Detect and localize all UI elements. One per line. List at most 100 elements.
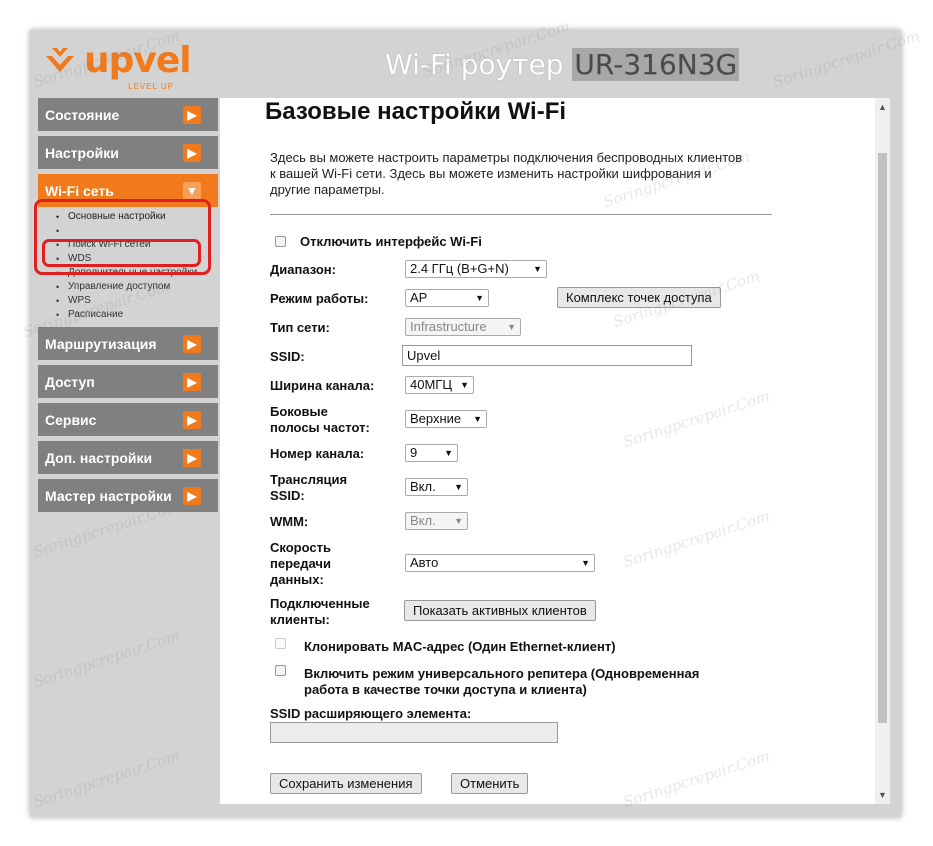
submenu-item-schedule[interactable]: Расписание: [38, 308, 218, 322]
description: Здесь вы можете настроить параметры подк…: [270, 150, 743, 197]
caret-down-icon: ▼: [454, 516, 463, 526]
sidebar-item-wifi[interactable]: Wi-Fi сеть ▼: [38, 174, 218, 207]
ssid-broadcast-select[interactable]: Вкл. ▼: [405, 478, 468, 496]
submenu-item-basic[interactable]: Основные настройки: [38, 210, 218, 224]
arrow-right-icon: ▶: [183, 106, 201, 124]
sidebar-item-settings[interactable]: Настройки ▶: [38, 136, 218, 169]
caret-down-icon: ▼: [581, 558, 590, 568]
submenu-item-scan[interactable]: Поиск Wi-Fi сетей: [38, 238, 218, 252]
repeater-label-line1: Включить режим универсального репитера (…: [304, 666, 700, 681]
sideband-label-line2: полосы частот:: [270, 420, 370, 435]
arrow-right-icon: ▶: [183, 487, 201, 505]
band-value: 2.4 ГГц (B+G+N): [410, 261, 509, 276]
ssid-broadcast-label: Трансляция SSID:: [270, 472, 347, 504]
sidebar-item-label: Состояние: [45, 107, 120, 123]
sidebar-item-wizard[interactable]: Мастер настройки ▶: [38, 479, 218, 512]
router-window: upvel LEVEL UP Wi-Fi роутер UR-316N3G Со…: [30, 30, 901, 817]
clients-label-line2: клиенты:: [270, 612, 330, 627]
ssid-input[interactable]: Upvel: [402, 345, 692, 366]
arrow-right-icon: ▶: [183, 373, 201, 391]
sidebar-item-label: Сервис: [45, 412, 97, 428]
logo-tagline: LEVEL UP: [128, 82, 174, 91]
rate-label-line3: данных:: [270, 572, 324, 587]
scrollbar[interactable]: ▲ ▼: [875, 98, 890, 804]
divider: [270, 214, 772, 215]
caret-down-icon: ▼: [444, 448, 453, 458]
wmm-select[interactable]: Вкл. ▼: [405, 512, 468, 530]
sidebar-item-status[interactable]: Состояние ▶: [38, 98, 218, 131]
rate-value: Авто: [410, 555, 439, 570]
caret-down-icon: ▼: [473, 414, 482, 424]
sidebar-item-label: Доступ: [45, 374, 95, 390]
submenu-item-hidden: [38, 224, 218, 238]
sidebar: Состояние ▶ Настройки ▶ Wi-Fi сеть ▼ Осн…: [38, 98, 218, 517]
rate-select[interactable]: Авто ▼: [405, 554, 595, 572]
ext-ssid-label: SSID расширяющего элемента:: [270, 706, 472, 721]
mode-label: Режим работы:: [270, 291, 369, 306]
scroll-up-icon[interactable]: ▲: [875, 100, 890, 114]
title-model: UR-316N3G: [572, 48, 740, 81]
upvel-logo-icon: [46, 48, 74, 72]
channel-width-select[interactable]: 40МГЦ ▼: [405, 376, 474, 394]
sideband-label-line1: Боковые: [270, 404, 328, 419]
sideband-value: Верхние: [410, 411, 462, 426]
net-type-select[interactable]: Infrastructure ▼: [405, 318, 521, 336]
sidebar-item-access[interactable]: Доступ ▶: [38, 365, 218, 398]
title-prefix: Wi-Fi роутер: [385, 48, 564, 81]
rate-label-line2: передачи: [270, 556, 331, 571]
sidebar-item-service[interactable]: Сервис ▶: [38, 403, 218, 436]
sidebar-item-extra-settings[interactable]: Доп. настройки ▶: [38, 441, 218, 474]
sidebar-item-label: Настройки: [45, 145, 119, 161]
channel-label: Номер канала:: [270, 446, 365, 461]
ssid-broadcast-value: Вкл.: [410, 479, 436, 494]
disable-wifi-checkbox[interactable]: [275, 236, 286, 247]
sidebar-item-routing[interactable]: Маршрутизация ▶: [38, 327, 218, 360]
save-button[interactable]: Сохранить изменения: [270, 773, 422, 794]
submenu-item-wds[interactable]: WDS: [38, 252, 218, 266]
scroll-down-icon[interactable]: ▼: [875, 788, 890, 802]
page-title: Wi-Fi роутер UR-316N3G: [385, 48, 740, 81]
clone-mac-label: Клонировать MAC-адрес (Один Ethernet-кли…: [304, 639, 616, 654]
arrow-right-icon: ▶: [183, 411, 201, 429]
clients-label: Подключенные клиенты:: [270, 596, 370, 628]
sidebar-item-label: Мастер настройки: [45, 488, 172, 504]
ap-complex-button[interactable]: Комплекс точек доступа: [557, 287, 721, 308]
channel-width-value: 40МГЦ: [410, 377, 452, 392]
repeater-checkbox[interactable]: [275, 665, 286, 676]
submenu-item-advanced[interactable]: Дополнительные настройки: [38, 266, 218, 280]
wifi-submenu: Основные настройки Поиск Wi-Fi сетей WDS…: [38, 210, 218, 322]
clients-label-line1: Подключенные: [270, 596, 370, 611]
content-heading: Базовые настройки Wi-Fi: [265, 98, 567, 125]
rate-label: Скорость передачи данных:: [270, 540, 331, 588]
rate-label-line1: Скорость: [270, 540, 331, 555]
channel-value: 9: [410, 445, 418, 460]
ext-ssid-input[interactable]: [270, 722, 558, 743]
arrow-right-icon: ▶: [183, 335, 201, 353]
submenu-item-access[interactable]: Управление доступом: [38, 280, 218, 294]
mode-value: AP: [410, 290, 428, 305]
header: upvel LEVEL UP Wi-Fi роутер UR-316N3G: [30, 30, 901, 95]
arrow-right-icon: ▶: [183, 449, 201, 467]
wmm-label: WMM:: [270, 514, 309, 529]
submenu-item-wps[interactable]: WPS: [38, 294, 218, 308]
upvel-logo: upvel LEVEL UP: [40, 38, 210, 91]
sideband-select[interactable]: Верхние ▼: [405, 410, 487, 428]
ssid-broadcast-label-line2: SSID:: [270, 488, 305, 503]
arrow-right-icon: ▶: [183, 144, 201, 162]
clone-mac-checkbox[interactable]: [275, 638, 286, 649]
show-clients-button[interactable]: Показать активных клиентов: [404, 600, 596, 621]
band-select[interactable]: 2.4 ГГц (B+G+N) ▼: [405, 260, 547, 278]
mode-select[interactable]: AP ▼: [405, 289, 489, 307]
arrow-down-icon: ▼: [183, 182, 201, 200]
caret-down-icon: ▼: [533, 264, 542, 274]
logo-text: upvel: [84, 40, 192, 81]
caret-down-icon: ▼: [460, 380, 469, 390]
repeater-label: Включить режим универсального репитера (…: [304, 666, 699, 698]
channel-select[interactable]: 9 ▼: [405, 444, 458, 462]
ssid-label: SSID:: [270, 349, 305, 364]
scroll-thumb[interactable]: [878, 153, 887, 723]
caret-down-icon: ▼: [454, 482, 463, 492]
disable-wifi-label: Отключить интерфейс Wi-Fi: [300, 234, 482, 249]
net-type-value: Infrastructure: [410, 319, 487, 334]
cancel-button[interactable]: Отменить: [451, 773, 529, 794]
